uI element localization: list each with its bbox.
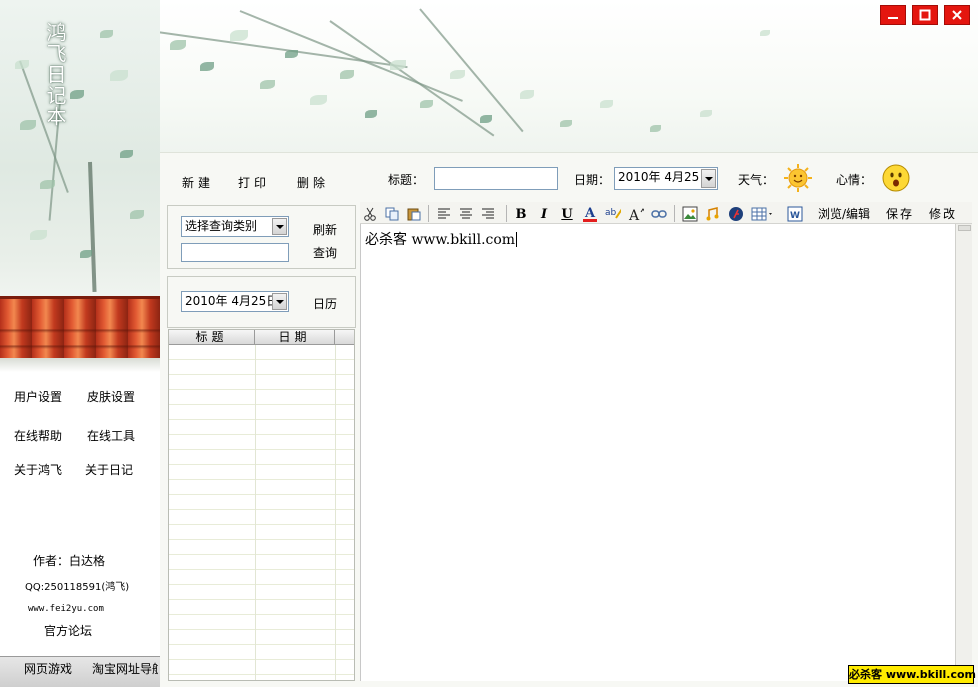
editor-scrollbar[interactable]: [955, 224, 972, 681]
column-date-header[interactable]: 日期: [255, 330, 335, 345]
online-help-link[interactable]: 在线帮助: [14, 427, 62, 444]
date-label: 日期：: [574, 173, 611, 187]
query-keyword-input[interactable]: [181, 243, 289, 262]
title-label: 标题：: [388, 173, 425, 187]
close-button[interactable]: [944, 5, 970, 25]
format-toolbar: B I U A ab A W 浏览/编辑 保存 修改: [360, 202, 972, 224]
svg-text:W: W: [790, 211, 800, 221]
image-icon[interactable]: [682, 206, 698, 222]
music-icon[interactable]: [705, 206, 721, 222]
align-right-icon[interactable]: [480, 206, 496, 222]
chevron-down-icon[interactable]: [701, 169, 716, 188]
qq-text: QQ:250118591(鸿飞): [25, 582, 130, 593]
calendar-date-value: 2010年 4月25日: [185, 294, 279, 308]
close-icon: [952, 10, 962, 20]
query-category-value: 选择查询类别: [185, 219, 258, 233]
weather-sun-icon[interactable]: [783, 163, 813, 193]
font-color-icon[interactable]: A: [582, 206, 598, 222]
highlight-icon[interactable]: ab: [605, 206, 621, 222]
text-caret: [516, 232, 518, 247]
save-button[interactable]: 保存: [886, 205, 914, 222]
maximize-button[interactable]: [912, 5, 938, 25]
list-header: 标题 日期: [169, 330, 354, 345]
query-category-select[interactable]: 选择查询类别: [181, 216, 289, 237]
scrollbar-thumb[interactable]: [958, 225, 971, 231]
watermark-badge: 必杀客 www.bkill.com: [848, 665, 976, 684]
align-center-icon[interactable]: [458, 206, 474, 222]
web-games-link[interactable]: 网页游戏: [24, 660, 72, 677]
taobao-nav-link[interactable]: 淘宝网址导航: [92, 660, 158, 677]
paste-icon[interactable]: [406, 206, 422, 222]
user-settings-link[interactable]: 用户设置: [14, 388, 62, 405]
minimize-button[interactable]: [880, 5, 906, 25]
browse-edit-button[interactable]: 浏览/编辑: [818, 205, 870, 222]
delete-button[interactable]: 删除: [297, 174, 329, 191]
online-tools-link[interactable]: 在线工具: [87, 427, 135, 444]
skin-settings-link[interactable]: 皮肤设置: [87, 388, 135, 405]
calendar-date-picker[interactable]: 2010年 4月25日: [181, 291, 289, 312]
about-diary-link[interactable]: 关于日记: [85, 461, 133, 478]
column-title-header[interactable]: 标题: [169, 330, 255, 345]
bottom-link-bar: 网页游戏 淘宝网址导航: [0, 656, 160, 687]
maximize-icon: [919, 9, 931, 21]
word-icon[interactable]: W: [787, 206, 803, 222]
list-rows: [169, 345, 354, 680]
official-forum-link[interactable]: 官方论坛: [44, 622, 92, 639]
diary-list[interactable]: 标题 日期: [168, 329, 355, 681]
entry-date-picker[interactable]: 2010年 4月25日: [614, 167, 718, 190]
editor-content[interactable]: 必杀客 www.bkill.com: [365, 229, 518, 249]
chevron-down-icon[interactable]: [272, 218, 287, 235]
copy-icon[interactable]: [384, 206, 400, 222]
mood-smiley-icon[interactable]: [881, 163, 911, 193]
align-left-icon[interactable]: [436, 206, 452, 222]
website-link[interactable]: www.fei2yu.com: [28, 604, 104, 614]
mood-label: 心情：: [836, 173, 873, 187]
title-input[interactable]: [434, 167, 558, 190]
bold-icon[interactable]: B: [513, 206, 529, 222]
calendar-button[interactable]: 日历: [313, 295, 337, 312]
weather-label: 天气：: [738, 173, 775, 187]
search-button[interactable]: 查询: [313, 244, 337, 261]
refresh-button[interactable]: 刷新: [313, 221, 337, 238]
entry-date-value: 2010年 4月25日: [618, 170, 712, 184]
svg-text:A: A: [584, 206, 596, 221]
underline-icon[interactable]: U: [559, 206, 575, 222]
diary-editor[interactable]: 必杀客 www.bkill.com: [360, 224, 955, 681]
flash-icon[interactable]: [728, 206, 744, 222]
roof-tiles-image: [0, 296, 160, 361]
chevron-down-icon[interactable]: [272, 293, 287, 310]
editor-text: 必杀客 www.bkill.com: [365, 232, 516, 248]
print-button[interactable]: 打印: [238, 174, 270, 191]
cut-icon[interactable]: [362, 206, 378, 222]
left-artwork: 鸿飞日记本: [0, 0, 160, 372]
link-icon[interactable]: [651, 206, 667, 222]
app-title: 鸿飞日记本: [43, 22, 67, 127]
new-button[interactable]: 新建: [182, 174, 214, 191]
font-size-icon[interactable]: A: [628, 206, 644, 222]
italic-icon[interactable]: I: [536, 206, 552, 222]
about-hongfei-link[interactable]: 关于鸿飞: [14, 461, 62, 478]
left-menu: 用户设置 皮肤设置 在线帮助 在线工具 关于鸿飞 关于日记 作者：白达格 QQ:…: [0, 372, 160, 656]
svg-text:A: A: [628, 208, 640, 222]
author-text: 作者：白达格: [33, 554, 106, 568]
modify-button[interactable]: 修改: [929, 205, 957, 222]
minimize-icon: [888, 17, 898, 19]
table-icon[interactable]: [751, 206, 775, 222]
svg-text:ab: ab: [605, 208, 617, 218]
